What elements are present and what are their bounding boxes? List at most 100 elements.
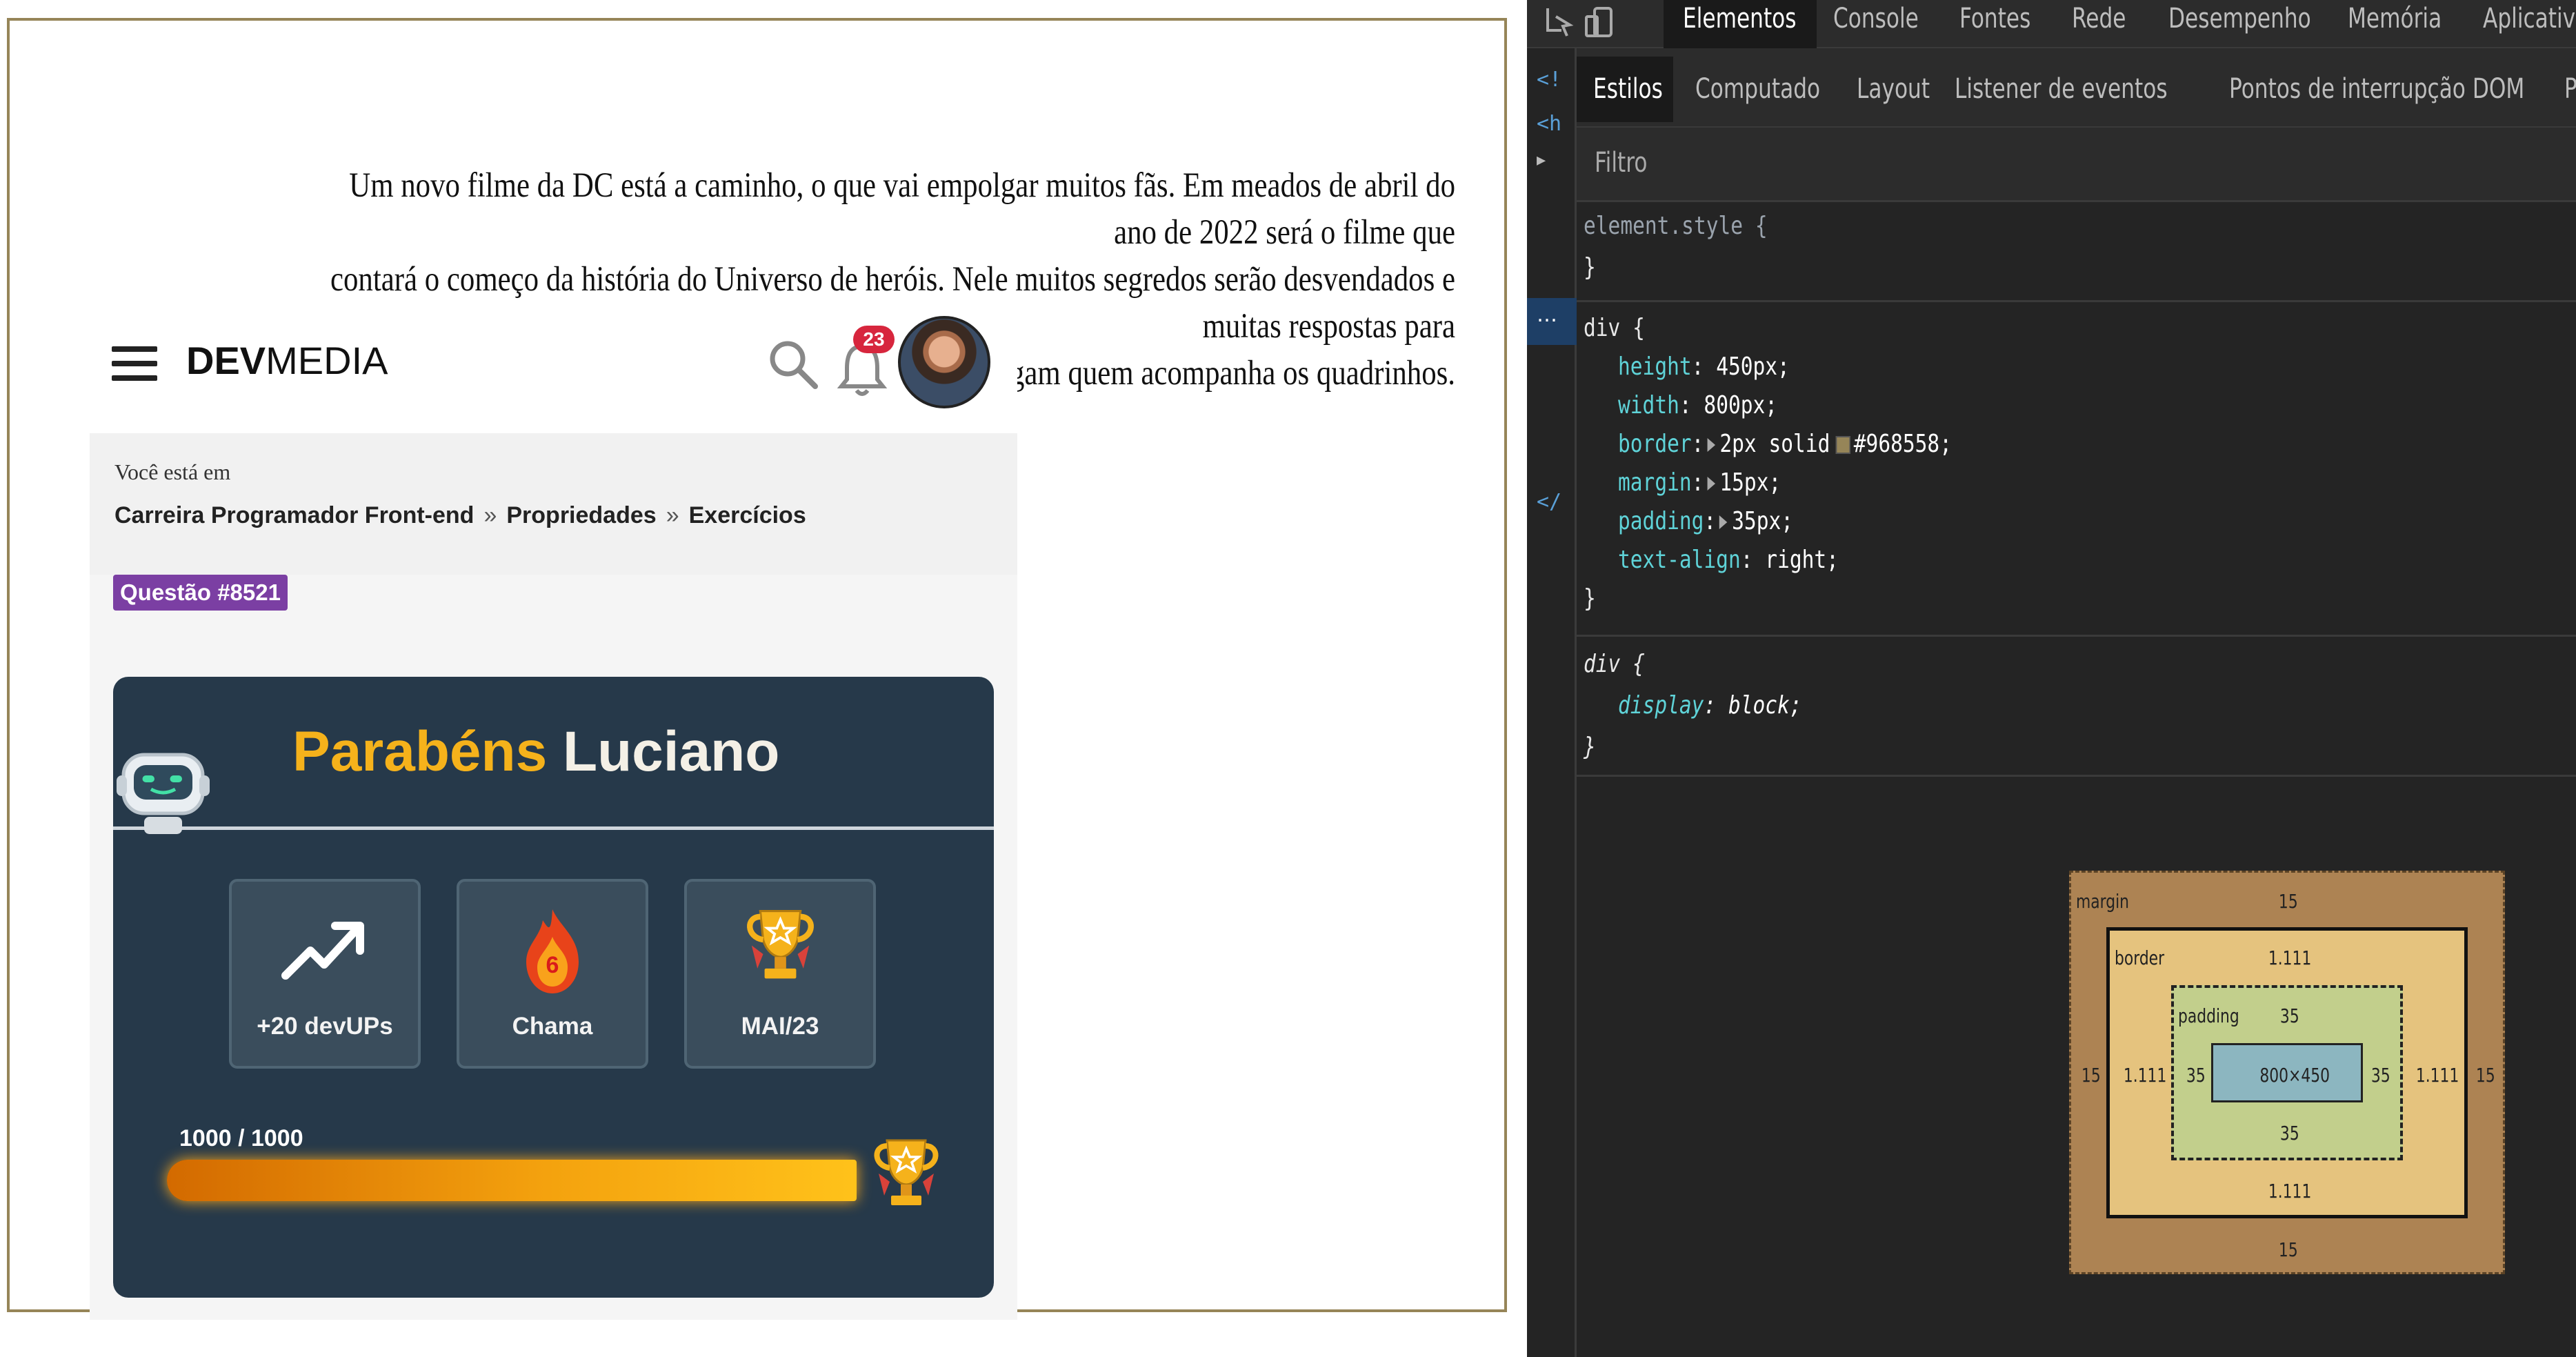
rule-div: div { height: 450px; width: 800px; borde… [1577,304,2576,637]
breadcrumb-separator: » [666,502,679,528]
progress-fill [167,1160,857,1201]
congrats-title: Parabéns Luciano [292,720,779,784]
margin-label: margin [2076,890,2130,913]
css-prop-border[interactable]: border: 2px solid #968558; [1618,427,1952,462]
breadcrumb-prefix: Você está em [114,459,231,484]
breadcrumb-area: Você está em Carreira Programador Front-… [90,433,1017,575]
exercise-content: Questão #8521 Parabéns Luciano +20 devUP… [90,575,1017,1320]
trophy-icon [746,909,814,979]
css-prop-text-align[interactable]: text-align: right; [1618,543,1839,577]
subtab-dom-breakpoints[interactable]: Pontos de interrupção DOM [2229,57,2524,122]
tab-console[interactable]: Console [1833,0,1919,48]
breadcrumb: Carreira Programador Front-end » Proprieda… [114,502,806,529]
padding-label: padding [2178,1004,2239,1027]
styles-filter[interactable]: Filtro [1577,128,2576,202]
css-prop-padding[interactable]: padding: 35px; [1618,504,1793,539]
border-left-value[interactable]: 1.111 [2124,1064,2167,1087]
tab-desempenho[interactable]: Desempenho [2168,0,2311,48]
subtab-propriedades[interactable]: Propriedades [2564,57,2576,122]
margin-right-value[interactable]: 15 [2476,1064,2495,1087]
border-right-value[interactable]: 1.111 [2416,1064,2459,1087]
dom-marker[interactable]: <h [1537,112,1561,136]
padding-left-value[interactable]: 35 [2186,1064,2206,1087]
page-preview: Um novo filme da DC está a caminho, o qu… [0,0,1527,1357]
breadcrumb-item[interactable]: Carreira Programador Front-end [114,502,474,528]
stat-label: MAI/23 [741,1013,819,1040]
question-badge: Questão #8521 [113,575,288,611]
rule-close: } [1584,733,1596,761]
user-avatar[interactable] [898,316,990,408]
subtab-computado[interactable]: Computado [1695,57,1820,122]
tab-elementos[interactable]: Elementos [1683,0,1797,48]
devtools-tabbar: Elementos Console Fontes Rede Desempenho… [1527,0,2576,48]
inspect-tools-icon[interactable] [1542,6,1625,40]
progress-label: 1000 / 1000 [179,1125,303,1151]
devmedia-header: DEVMEDIA 23 [90,310,1017,414]
congrats-card: Parabéns Luciano +20 devUPs 6 Chama MAI/… [113,677,994,1298]
trend-up-icon [281,922,364,980]
demo-div-box: Um novo filme da DC está a caminho, o qu… [7,18,1507,1320]
css-prop-display[interactable]: display: block; [1618,689,1802,723]
rule-close: } [1584,584,1596,613]
robot-mascot-icon [117,753,210,834]
breadcrumb-separator: » [483,502,497,528]
rule-div-useragent: div { display: block; } [1577,639,2576,777]
expand-arrow-icon[interactable]: ▶ [1537,152,1546,169]
stat-trophy: MAI/23 [684,879,876,1069]
card-header: Parabéns Luciano [113,677,994,834]
padding-top-value[interactable]: 35 [2280,1004,2299,1027]
border-label: border [2115,947,2165,969]
progress-bar [167,1160,857,1201]
tab-aplicativo[interactable]: Aplicativo [2483,0,2576,48]
styles-subtabbar: Estilos Computado Layout Listener de eve… [1577,48,2576,128]
subtab-listener[interactable]: Listener de eventos [1955,57,2168,122]
rule-element-style: element.style { } [1577,202,2576,302]
dom-tree-gutter: <! <h ▶ … </ [1527,48,1577,1357]
border-top-value[interactable]: 1.111 [2268,947,2312,969]
css-prop-height[interactable]: height: 450px; [1618,350,1790,384]
notification-badge: 23 [853,326,895,353]
congrats-word: Parabéns [292,720,548,783]
stat-flame: 6 Chama [457,879,648,1069]
subtab-layout[interactable]: Layout [1857,57,1930,122]
padding-right-value[interactable]: 35 [2371,1064,2390,1087]
search-icon[interactable] [766,337,821,392]
border-bottom-value[interactable]: 1.111 [2268,1180,2312,1202]
logo-bold: DEV [186,339,266,382]
rule-selector[interactable]: div { [1584,311,1645,346]
color-swatch-icon [1835,436,1850,454]
expand-arrow-icon [1707,438,1715,452]
margin-left-value[interactable]: 15 [2081,1064,2101,1087]
rule-selector[interactable]: element.style { [1584,209,1768,244]
margin-top-value[interactable]: 15 [2279,890,2298,913]
filter-input[interactable]: Filtro [1595,147,1647,179]
padding-bottom-value[interactable]: 35 [2280,1122,2299,1145]
css-prop-margin[interactable]: margin: 15px; [1618,466,1781,500]
rule-selector[interactable]: div { [1584,647,1645,682]
stat-devups: +20 devUPs [229,879,421,1069]
dom-marker[interactable]: <! [1537,68,1561,92]
rule-close: } [1584,253,1596,281]
flame-count: 6 [546,952,559,978]
breadcrumb-item[interactable]: Exercícios [689,502,806,528]
selected-node-marker[interactable]: … [1527,298,1577,345]
dom-marker[interactable]: </ [1537,490,1561,514]
expand-arrow-icon [1719,515,1728,529]
content-size-value[interactable]: 800×450 [2259,1064,2330,1087]
css-prop-width[interactable]: width: 800px; [1618,388,1777,423]
flame-icon [526,909,579,993]
tab-rede[interactable]: Rede [2072,0,2126,48]
tab-fontes[interactable]: Fontes [1959,0,2030,48]
logo-light: MEDIA [266,339,388,382]
stat-label: +20 devUPs [257,1013,393,1040]
trophy-icon [874,1139,939,1205]
stat-label: Chama [512,1013,593,1040]
user-name: Luciano [563,720,780,783]
margin-bottom-value[interactable]: 15 [2279,1238,2298,1261]
subtab-estilos[interactable]: Estilos [1593,57,1663,122]
expand-arrow-icon [1707,477,1715,491]
devmedia-logo[interactable]: DEVMEDIA [186,338,388,383]
hamburger-menu-icon[interactable] [112,346,157,381]
tab-memoria[interactable]: Memória [2348,0,2442,48]
breadcrumb-item[interactable]: Propriedades [506,502,656,528]
